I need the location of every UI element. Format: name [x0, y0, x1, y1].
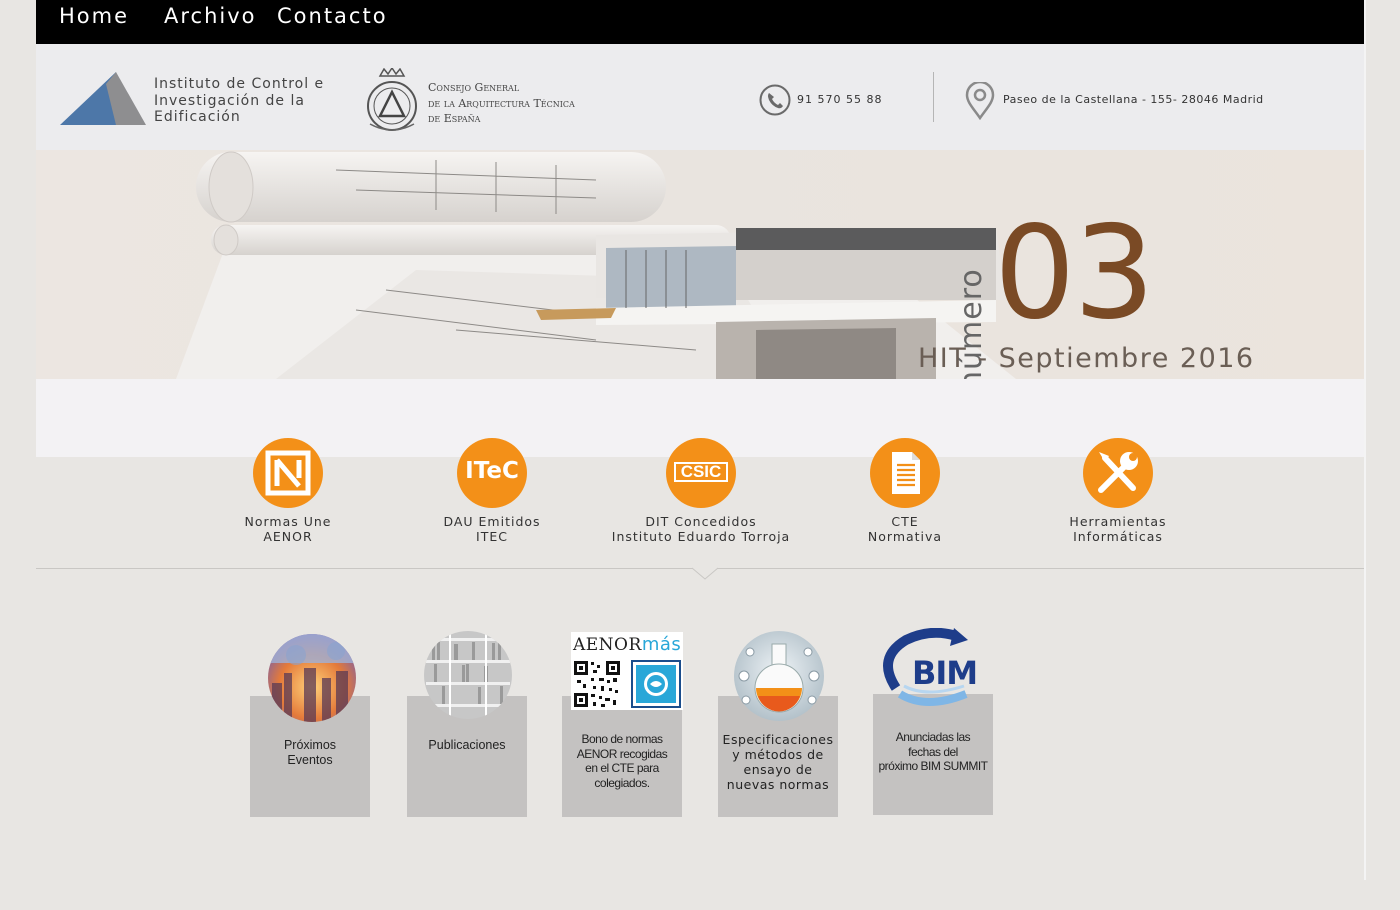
category-aenor-line2: AENOR — [263, 529, 313, 544]
category-itec-line1: DAU Emitidos — [443, 514, 541, 529]
nav-home-link[interactable]: Home — [59, 4, 129, 28]
category-itec-label: DAU Emitidos ITEC — [420, 514, 564, 544]
aenor-wordmark-accent: más — [641, 634, 682, 655]
bim-logo-text: BIM — [912, 654, 978, 692]
aenor-wordmark-main: AENOR — [573, 635, 642, 655]
institute-name-line3: Edificación — [154, 109, 241, 125]
category-aenor-line1: Normas Une — [244, 514, 332, 529]
council-crest-icon[interactable] — [362, 68, 422, 134]
card-especificaciones-line1: Especificaciones — [722, 732, 834, 747]
divider-pointer-icon — [692, 567, 718, 580]
hero-banner: número 03 HIT - Septiembre 2016 — [36, 150, 1364, 379]
card-aenor-mas-line4: colegiados. — [594, 775, 650, 790]
phone-number: 91 570 55 88 — [797, 93, 883, 106]
top-navbar: Home Archivo Contacto — [36, 0, 1364, 44]
category-csic-label: DIT Concedidos Instituto Eduardo Torroja — [598, 514, 804, 544]
card-bim-summit[interactable]: Anunciadas las fechas del próximo BIM SU… — [873, 694, 993, 815]
category-herramientas[interactable]: Herramientas Informáticas — [1036, 438, 1200, 544]
card-aenor-mas[interactable]: Bono de normas AENOR recogidas en el CTE… — [562, 696, 682, 817]
category-itec[interactable]: ITeC DAU Emitidos ITEC — [420, 438, 564, 544]
aenor-logo-icon — [253, 438, 323, 508]
issue-title: HIT - Septiembre 2016 — [918, 343, 1255, 374]
category-aenor[interactable]: Normas Une AENOR — [216, 438, 360, 544]
institute-logo-icon[interactable] — [58, 70, 148, 126]
category-cte-line1: CTE — [891, 514, 919, 529]
page-frame: Home Archivo Contacto Instituto de Contr… — [36, 0, 1364, 910]
council-name-line1: Consejo General — [428, 81, 520, 94]
institute-name-line1: Instituto de Control e — [154, 76, 325, 92]
card-proximos-eventos-line2: Eventos — [287, 753, 333, 767]
category-cte-line2: Normativa — [867, 529, 943, 544]
council-name-line3: de España — [428, 112, 481, 125]
lab-flask-icon — [734, 631, 824, 721]
category-herramientas-line1: Herramientas — [1069, 514, 1167, 529]
category-csic-line2: Instituto Eduardo Torroja — [611, 529, 791, 544]
location-pin-icon — [965, 82, 995, 120]
itec-logo-icon: ITeC — [457, 438, 527, 508]
aenor-mas-wordmark: AENORmás — [573, 634, 681, 655]
card-bim-summit-line2: fechas del — [908, 744, 958, 759]
issue-number: 03 — [994, 199, 1155, 348]
right-border — [1364, 0, 1366, 880]
csic-logo-icon: CSIC — [666, 438, 736, 508]
card-proximos-eventos-label: Próximos Eventos — [250, 738, 370, 768]
events-city-image — [268, 634, 356, 722]
institute-name: Instituto de Control e Investigación de … — [154, 76, 324, 126]
council-name: Consejo General de la Arquitectura Técni… — [428, 80, 575, 127]
card-bim-summit-line3: próximo BIM SUMMIT — [878, 759, 988, 773]
aenor-app-icon — [631, 660, 681, 708]
category-herramientas-label: Herramientas Informáticas — [1036, 514, 1200, 544]
header-bar: Instituto de Control e Investigación de … — [36, 44, 1364, 150]
card-especificaciones-label: Especificaciones y métodos de ensayo de … — [718, 732, 838, 792]
header-divider — [933, 72, 934, 122]
category-herramientas-line2: Informáticas — [1073, 529, 1163, 544]
category-cte-label: CTE Normativa — [833, 514, 977, 544]
card-bim-summit-label: Anunciadas las fechas del próximo BIM SU… — [873, 730, 993, 774]
csic-badge-text: CSIC — [680, 462, 722, 481]
itec-badge-text: ITeC — [465, 458, 519, 484]
card-aenor-mas-line1: Bono de normas — [581, 732, 663, 746]
document-icon — [870, 438, 940, 508]
category-cte[interactable]: CTE Normativa — [833, 438, 977, 544]
category-itec-line2: ITEC — [476, 529, 508, 544]
address-text: Paseo de la Castellana - 155- 28046 Madr… — [1003, 93, 1264, 106]
category-csic[interactable]: CSIC DIT Concedidos Instituto Eduardo To… — [598, 438, 804, 544]
card-especificaciones-line2: y métodos de — [732, 747, 824, 762]
card-especificaciones-line4: nuevas normas — [726, 777, 830, 792]
nav-contacto-link[interactable]: Contacto — [277, 4, 388, 28]
council-name-line2: de la Arquitectura Técnica — [428, 96, 575, 110]
card-aenor-mas-line3: en el CTE para — [585, 761, 659, 775]
category-csic-line1: DIT Concedidos — [645, 514, 757, 529]
category-aenor-label: Normas Une AENOR — [216, 514, 360, 544]
card-especificaciones-line3: ensayo de — [743, 762, 813, 777]
phone-icon — [759, 84, 791, 116]
institute-name-line2: Investigación de la — [154, 92, 305, 109]
bookshelf-image — [424, 631, 512, 719]
bim-logo-icon: BIM — [876, 628, 986, 712]
nav-archivo-link[interactable]: Archivo — [164, 4, 257, 28]
card-bim-summit-line1: Anunciadas las — [895, 730, 971, 744]
tools-icon — [1083, 438, 1153, 508]
qr-code-icon — [573, 660, 621, 708]
card-publicaciones-label: Publicaciones — [407, 738, 527, 753]
card-proximos-eventos-line1: Próximos — [283, 738, 337, 752]
aenor-mas-promo: AENORmás — [571, 632, 683, 710]
card-publicaciones-line1: Publicaciones — [428, 738, 506, 752]
card-aenor-mas-label: Bono de normas AENOR recogidas en el CTE… — [562, 732, 682, 790]
card-aenor-mas-line2: AENOR recogidas — [576, 746, 668, 761]
